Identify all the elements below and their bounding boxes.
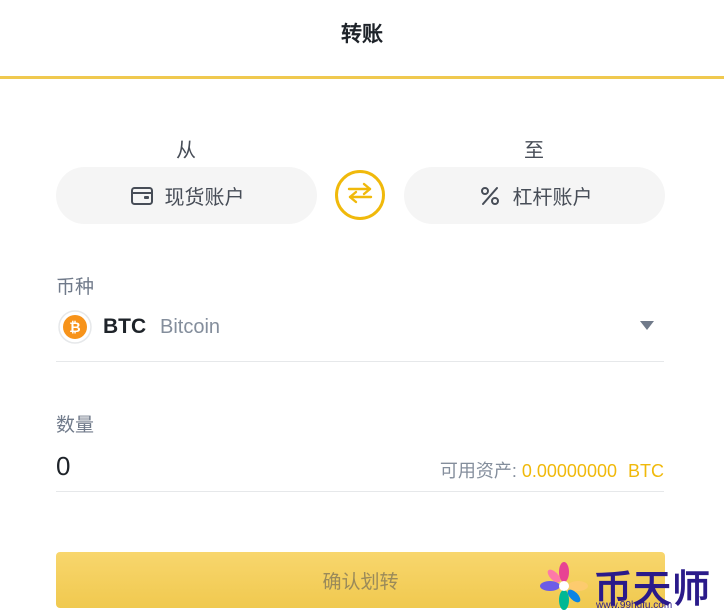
header-divider xyxy=(0,76,724,79)
available-balance: 可用资产: 0.00000000 BTC xyxy=(440,457,664,483)
swap-arrows-icon xyxy=(346,181,374,210)
flower-logo-icon xyxy=(540,562,588,610)
to-label: 至 xyxy=(524,140,544,162)
caret-down-icon xyxy=(640,321,654,330)
bitcoin-icon: ₿ xyxy=(58,310,92,344)
from-account-selector[interactable]: 现货账户 xyxy=(56,167,317,224)
to-account-selector[interactable]: 杠杆账户 xyxy=(404,167,665,224)
header: 转账 xyxy=(0,0,724,80)
coin-selector[interactable]: ₿ BTC Bitcoin xyxy=(56,304,664,362)
svg-text:₿: ₿ xyxy=(69,319,80,335)
amount-input[interactable] xyxy=(56,448,356,484)
coin-name: Bitcoin xyxy=(160,316,221,338)
watermark-url: www.99hufu.com xyxy=(596,600,673,611)
amount-row: 可用资产: 0.00000000 BTC xyxy=(56,442,664,492)
available-label: 可用资产: xyxy=(439,461,517,481)
coin-label: 币种 xyxy=(56,277,95,298)
swap-direction-button[interactable] xyxy=(335,170,385,220)
from-label: 从 xyxy=(176,140,196,162)
from-account-label: 现货账户 xyxy=(164,187,245,209)
coin-symbol: BTC xyxy=(103,315,147,338)
watermark-logo: 币天师 www.99hufu.com xyxy=(538,560,722,614)
page-title: 转账 xyxy=(341,23,383,46)
available-value: 0.00000000 xyxy=(521,461,617,481)
to-account-label: 杠杆账户 xyxy=(512,187,593,209)
amount-label: 数量 xyxy=(56,415,95,436)
percent-icon xyxy=(477,183,503,209)
available-currency: BTC xyxy=(628,461,664,481)
wallet-icon xyxy=(129,183,155,209)
